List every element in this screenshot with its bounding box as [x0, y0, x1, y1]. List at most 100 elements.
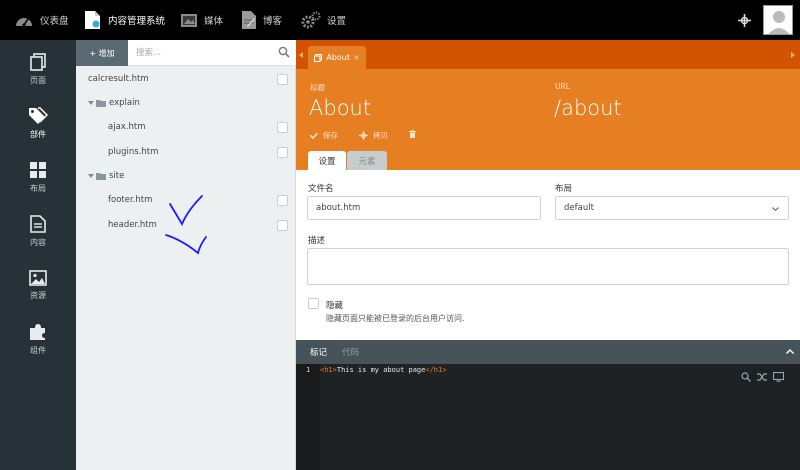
media-icon — [181, 14, 197, 27]
search-icon[interactable] — [278, 46, 290, 58]
tab-elements[interactable]: 元素 — [347, 151, 387, 170]
check-icon — [310, 132, 318, 139]
url-label: URL — [555, 82, 570, 91]
tab-markup[interactable]: 标记 — [310, 346, 327, 358]
sidebar: 页面 部件 布局 内容 资源 组件 — [0, 40, 76, 470]
partials-file-panel: + 增加 calcresult.htm explain ajax.htm plu… — [76, 40, 296, 470]
code-close-tag: </h1> — [425, 366, 447, 374]
nav-media[interactable]: 媒体 — [180, 0, 223, 40]
nav-cms[interactable]: 内容管理系统 — [84, 0, 165, 40]
delete-button[interactable] — [409, 130, 421, 138]
caret-down-icon — [88, 101, 94, 105]
title-field[interactable]: About — [309, 96, 371, 120]
nav-media-label: 媒体 — [204, 16, 224, 27]
folder-row[interactable]: site — [76, 165, 296, 189]
code-editor-tabs: 标记 代码 — [296, 340, 800, 364]
sidebar-item-components[interactable]: 组件 — [0, 314, 76, 364]
scroll-right-icon[interactable] — [791, 52, 795, 58]
file-checkbox[interactable] — [277, 195, 288, 206]
code-line[interactable]: <h1>This is my about page</h1> — [320, 366, 446, 374]
sidebar-item-label: 布局 — [30, 183, 46, 193]
shuffle-icon[interactable] — [757, 372, 768, 382]
user-avatar[interactable] — [763, 5, 793, 35]
top-navbar: 仪表盘 内容管理系统 媒体 博客 设置 — [0, 0, 800, 40]
caret-down-icon — [88, 174, 94, 178]
hidden-label: 隐藏 — [326, 301, 344, 311]
clone-button[interactable]: 拷贝 — [359, 130, 388, 141]
nav-settings[interactable]: 设置 — [301, 0, 346, 40]
sidebar-item-pages[interactable]: 页面 — [0, 44, 76, 94]
settings-icon — [301, 11, 321, 29]
file-name: ajax.htm — [108, 122, 146, 132]
search-icon[interactable] — [741, 372, 751, 382]
sidebar-item-label: 组件 — [30, 345, 46, 355]
scroll-left-icon[interactable] — [299, 52, 303, 58]
sidebar-item-label: 内容 — [30, 237, 46, 247]
file-row[interactable]: plugins.htm — [76, 141, 296, 165]
folder-name: explain — [109, 98, 140, 108]
url-field[interactable]: /about — [554, 96, 622, 120]
nav-dashboard[interactable]: 仪表盘 — [14, 0, 69, 40]
file-checkbox[interactable] — [277, 122, 288, 133]
sidebar-item-content[interactable]: 内容 — [0, 206, 76, 256]
handwritten-checkmarks — [165, 195, 207, 255]
description-input[interactable] — [307, 248, 789, 285]
content-icon — [30, 214, 46, 233]
puzzle-icon — [30, 323, 45, 340]
file-row[interactable]: calcresult.htm — [76, 68, 296, 92]
nav-dashboard-label: 仪表盘 — [40, 16, 69, 27]
search-input[interactable] — [136, 44, 266, 62]
file-name: calcresult.htm — [88, 74, 149, 84]
line-number: 1 — [306, 366, 311, 374]
layout-label: 布局 — [555, 184, 573, 194]
assets-icon — [29, 269, 47, 286]
folder-name: site — [109, 171, 125, 181]
tab-settings[interactable]: 设置 — [308, 151, 346, 170]
settings-form: 文件名 about.htm 布局 default 描述 隐藏 隐藏页面只能被已登… — [296, 170, 800, 340]
code-text: This is my about page — [336, 366, 426, 374]
description-label: 描述 — [308, 236, 326, 246]
document-tab-strip: About × — [296, 40, 800, 69]
collapse-up-icon[interactable] — [786, 349, 794, 354]
pages-icon — [30, 52, 46, 71]
page-header: 标题 About URL /about 保存 拷贝 设置 元素 — [296, 69, 800, 170]
folder-icon — [96, 100, 106, 107]
avatar-icon — [764, 6, 792, 34]
file-name: plugins.htm — [108, 147, 159, 157]
close-tab-icon[interactable]: × — [353, 53, 360, 62]
partials-icon — [29, 106, 48, 124]
chevron-down-icon — [772, 207, 779, 211]
page-tab-icon — [314, 53, 323, 62]
file-row[interactable]: ajax.htm — [76, 116, 296, 140]
sidebar-item-label: 资源 — [30, 290, 46, 300]
filename-input[interactable]: about.htm — [307, 196, 541, 220]
sidebar-item-assets[interactable]: 资源 — [0, 260, 76, 310]
tab-about-label: About — [326, 53, 350, 62]
save-button[interactable]: 保存 — [310, 130, 338, 141]
sidebar-item-partials[interactable]: 部件 — [0, 98, 76, 148]
nav-blog[interactable]: 博客 — [241, 0, 282, 40]
file-name: header.htm — [108, 220, 157, 230]
file-checkbox[interactable] — [277, 74, 288, 85]
tab-about[interactable]: About × — [308, 46, 366, 69]
sidebar-item-layouts[interactable]: 布局 — [0, 152, 76, 202]
code-editor[interactable]: 1 <h1>This is my about page</h1> — [296, 364, 800, 470]
search-box — [128, 40, 296, 66]
clone-label: 拷贝 — [373, 131, 388, 140]
file-checkbox[interactable] — [277, 220, 288, 231]
layout-select-value: default — [564, 203, 594, 213]
save-label: 保存 — [323, 131, 338, 140]
line-gutter: 1 — [296, 364, 320, 470]
tab-code[interactable]: 代码 — [342, 346, 359, 358]
folder-row[interactable]: explain — [76, 92, 296, 116]
monitor-icon[interactable] — [773, 372, 784, 382]
preview-button[interactable] — [738, 0, 751, 40]
add-partial-button[interactable]: + 增加 — [76, 40, 128, 66]
layout-select[interactable]: default — [555, 196, 789, 220]
file-checkbox[interactable] — [277, 147, 288, 158]
nav-settings-label: 设置 — [327, 16, 347, 27]
title-label: 标题 — [310, 83, 325, 92]
sidebar-item-label: 部件 — [30, 129, 46, 139]
hidden-checkbox[interactable] — [308, 298, 319, 309]
hidden-help-text: 隐藏页面只能被已登录的后台用户访问. — [326, 314, 465, 323]
